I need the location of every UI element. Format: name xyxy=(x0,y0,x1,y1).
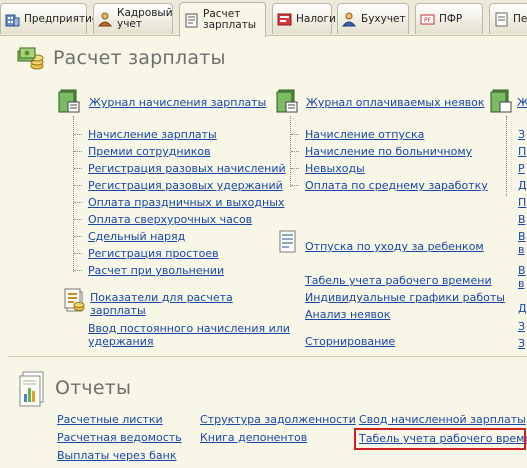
timesheet-link[interactable]: Табель учета рабочего времени xyxy=(305,274,492,287)
tree-branch xyxy=(74,270,82,271)
tab-label: Пе xyxy=(513,12,527,25)
tab-personnel[interactable]: Кадровый учет xyxy=(93,3,173,34)
cut-off-link[interactable]: Ж xyxy=(517,96,527,109)
cut-off-link[interactable]: в xyxy=(518,277,524,290)
tab-accounting[interactable]: Бухучет xyxy=(337,3,409,34)
tree-branch xyxy=(291,168,299,169)
journal-icon xyxy=(276,89,298,113)
svg-text:PF: PF xyxy=(424,17,432,24)
tree-branch xyxy=(74,202,82,203)
employee-bonuses-link[interactable]: Премии сотрудников xyxy=(88,145,211,158)
cut-off-link[interactable]: З xyxy=(518,337,525,350)
document-icon xyxy=(277,230,299,254)
dismissal-calc-link[interactable]: Расчет при увольнении xyxy=(88,264,224,277)
reports-section-title: Отчеты xyxy=(55,377,132,399)
pension-fund-icon: PF xyxy=(420,12,435,27)
cut-off-link[interactable]: З xyxy=(518,128,525,141)
absences-link[interactable]: Невыходы xyxy=(305,162,365,175)
depositors-book-link[interactable]: Книга депонентов xyxy=(200,431,307,444)
payroll-statement-link[interactable]: Расчетная ведомость xyxy=(57,431,182,444)
tab-label: ПФР xyxy=(439,12,463,25)
permanent-accrual-link[interactable]: Ввод постоянного начисления или удержания xyxy=(88,322,290,348)
downtime-registration-link[interactable]: Регистрация простоев xyxy=(88,247,219,260)
personalized-icon xyxy=(494,12,509,27)
cut-off-link[interactable]: в xyxy=(518,243,524,256)
cut-off-link[interactable]: В xyxy=(518,264,526,277)
tree-branch xyxy=(74,151,82,152)
one-time-accruals-link[interactable]: Регистрация разовых начислений xyxy=(88,162,286,175)
payroll-icon xyxy=(184,13,199,28)
tab-taxes[interactable]: Налоги xyxy=(272,3,336,34)
cut-off-link[interactable]: В xyxy=(518,213,526,226)
payroll-section-header: Расчет зарплаты xyxy=(17,45,226,71)
tab-personalized[interactable]: Пе xyxy=(489,3,527,34)
tree-branch xyxy=(74,236,82,237)
tree-branch xyxy=(74,253,82,254)
tree-branch xyxy=(74,185,82,186)
tab-label: Бухучет xyxy=(361,12,406,25)
accounting-icon xyxy=(341,12,357,27)
tree-branch xyxy=(74,219,82,220)
building-icon xyxy=(5,12,20,27)
tree-branch xyxy=(291,134,299,135)
tab-pension-fund[interactable]: PF ПФР xyxy=(415,3,483,34)
payroll-section-title: Расчет зарплаты xyxy=(53,47,226,69)
sick-leave-accrual-link[interactable]: Начисление по больничному xyxy=(305,145,472,158)
cut-off-link[interactable]: Р xyxy=(518,162,525,175)
highlight-box xyxy=(354,428,526,450)
link-line: Ввод постоянного начисления или xyxy=(88,322,290,335)
tree-connector xyxy=(506,116,507,196)
link-line: Показатели для расчета xyxy=(90,291,233,304)
tree-branch xyxy=(74,134,82,135)
reports-section-header: Отчеты xyxy=(17,368,131,408)
bank-payments-link[interactable]: Выплаты через банк xyxy=(57,449,177,462)
personnel-icon xyxy=(97,12,113,27)
link-line: удержания xyxy=(88,335,154,348)
payroll-indicators-link[interactable]: Показатели для расчета зарплаты xyxy=(90,291,233,317)
reports-icon xyxy=(17,368,47,408)
vacation-accrual-link[interactable]: Начисление отпуска xyxy=(305,128,424,141)
payroll-journal-link[interactable]: Журнал начисления зарплаты xyxy=(89,96,266,109)
cut-off-link[interactable]: П xyxy=(518,145,526,158)
tab-label-line2: учет xyxy=(117,18,142,30)
section-divider xyxy=(8,356,527,357)
indicators-icon xyxy=(62,287,85,312)
cut-off-link[interactable]: В xyxy=(518,230,526,243)
overtime-pay-link[interactable]: Оплата сверхурочных часов xyxy=(88,213,252,226)
tab-label: Предприятие xyxy=(24,12,99,25)
tab-label: Налоги xyxy=(296,12,336,25)
payslips-link[interactable]: Расчетные листки xyxy=(57,413,163,426)
journal-icon xyxy=(490,89,512,113)
individual-schedules-link[interactable]: Индивидуальные графики работы xyxy=(305,291,505,304)
tree-branch xyxy=(291,185,299,186)
absence-analysis-link[interactable]: Анализ неявок xyxy=(305,308,390,321)
tree-branch xyxy=(291,151,299,152)
reversal-link[interactable]: Сторнирование xyxy=(305,335,395,348)
holiday-pay-link[interactable]: Оплата праздничных и выходных xyxy=(88,196,284,209)
debt-structure-link[interactable]: Структура задолженности xyxy=(200,413,356,426)
section-tab-bar: Предприятие Кадровый учет Расчет зарплаты … xyxy=(0,0,527,37)
average-earnings-pay-link[interactable]: Оплата по среднему заработку xyxy=(305,179,488,192)
paid-absence-journal-link[interactable]: Журнал оплачиваемых неявок xyxy=(306,96,485,109)
accrued-salary-summary-link[interactable]: Свод начисленной зарплаты xyxy=(359,413,526,426)
one-time-deductions-link[interactable]: Регистрация разовых удержаний xyxy=(88,179,283,192)
cut-off-link[interactable]: Д xyxy=(518,179,527,192)
tree-connector xyxy=(73,116,74,272)
payroll-accrual-link[interactable]: Начисление зарплаты xyxy=(88,128,217,141)
cut-off-link[interactable]: З xyxy=(518,320,525,333)
journal-icon xyxy=(58,89,80,113)
cut-off-link[interactable]: Д xyxy=(518,302,527,315)
tab-label-line2: зарплаты xyxy=(203,19,257,31)
childcare-leave-link[interactable]: Отпуска по уходу за ребенком xyxy=(305,240,484,253)
tab-payroll[interactable]: Расчет зарплаты xyxy=(179,2,266,37)
link-line: зарплаты xyxy=(90,304,146,317)
money-stack-icon xyxy=(17,45,45,71)
cut-off-link[interactable]: П xyxy=(518,196,526,209)
piecework-order-link[interactable]: Сдельный наряд xyxy=(88,230,185,243)
tab-enterprise[interactable]: Предприятие xyxy=(0,3,98,34)
tree-branch xyxy=(74,168,82,169)
tax-icon xyxy=(277,12,292,27)
